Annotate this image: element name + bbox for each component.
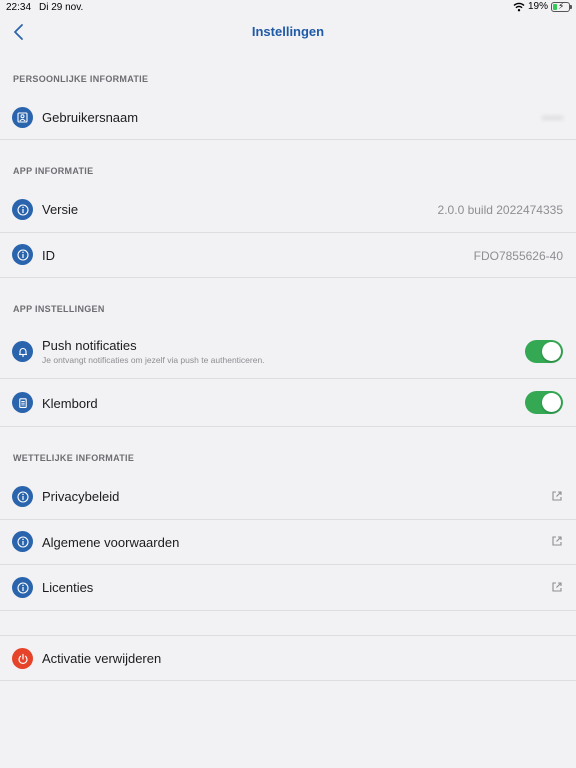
status-right: 19% ⚡: [513, 1, 572, 12]
status-date: Di 29 nov.: [39, 2, 84, 13]
nav-bar: Instellingen: [0, 16, 576, 48]
external-link-icon: [552, 491, 562, 501]
row-username[interactable]: Gebruikersnaam •••••: [0, 95, 576, 140]
info-icon: [12, 244, 33, 265]
row-clipboard: Klembord: [0, 379, 576, 427]
id-label: ID: [42, 248, 55, 263]
row-push-notifications: Push notificaties Je ontvangt notificati…: [0, 325, 576, 379]
push-label: Push notificaties: [42, 338, 137, 353]
info-icon: [12, 486, 33, 507]
external-link-icon: [552, 582, 562, 592]
row-remove-activation[interactable]: Activatie verwijderen: [0, 635, 576, 681]
clipboard-toggle[interactable]: [525, 391, 563, 414]
power-icon: [12, 648, 33, 669]
row-version: Versie 2.0.0 build 2022474335: [0, 187, 576, 233]
section-header-app-settings: APP INSTELLINGEN: [13, 304, 105, 314]
clipboard-label: Klembord: [42, 396, 98, 411]
battery-percent: 19%: [527, 1, 548, 12]
remove-activation-label: Activatie verwijderen: [42, 651, 162, 666]
bell-icon: [12, 341, 33, 362]
row-privacy[interactable]: Privacybeleid: [0, 474, 576, 520]
row-licenses[interactable]: Licenties: [0, 565, 576, 611]
username-value: •••••: [541, 111, 563, 125]
info-icon: [12, 577, 33, 598]
id-value: FDO7855626-40: [473, 249, 563, 263]
push-description: Je ontvangt notificaties om jezelf via p…: [42, 355, 265, 365]
external-link-icon: [552, 536, 562, 546]
info-icon: [12, 531, 33, 552]
section-header-personal: PERSOONLIJKE INFORMATIE: [13, 74, 149, 84]
terms-label: Algemene voorwaarden: [42, 535, 180, 550]
battery-icon: ⚡: [551, 1, 572, 12]
section-header-legal: WETTELIJKE INFORMATIE: [13, 453, 135, 463]
row-id: ID FDO7855626-40: [0, 233, 576, 278]
version-value: 2.0.0 build 2022474335: [437, 203, 563, 217]
licenses-label: Licenties: [42, 580, 94, 595]
section-header-app-info: APP INFORMATIE: [13, 166, 94, 176]
privacy-label: Privacybeleid: [42, 489, 120, 504]
wifi-icon: [513, 2, 525, 11]
info-icon: [12, 199, 33, 220]
row-terms[interactable]: Algemene voorwaarden: [0, 520, 576, 565]
clipboard-icon: [12, 392, 33, 413]
user-badge-icon: [12, 107, 33, 128]
username-label: Gebruikersnaam: [42, 110, 139, 125]
version-label: Versie: [42, 202, 79, 217]
push-toggle[interactable]: [525, 340, 563, 363]
status-time: 22:34: [6, 2, 32, 13]
page-title: Instellingen: [251, 24, 325, 39]
status-bar: 22:34 Di 29 nov. 19% ⚡: [0, 0, 576, 16]
